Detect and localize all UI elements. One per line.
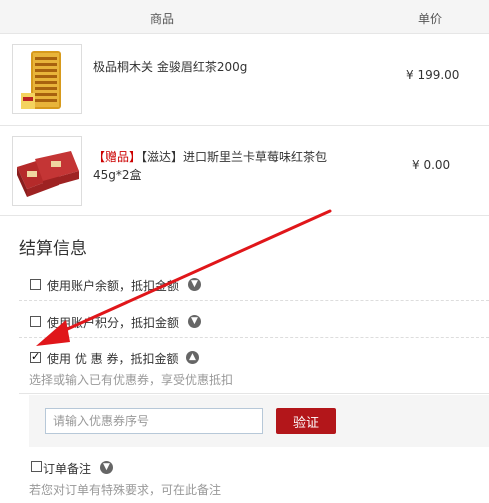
product-name[interactable]: 极品桐木关 金骏眉红茶200g: [93, 58, 247, 76]
chevron-down-icon[interactable]: ▼: [188, 315, 201, 328]
gift-tag: 【赠品】: [93, 150, 142, 164]
cart-table-header: 商品 单价: [0, 0, 489, 34]
coupon-entry-panel: 验证: [29, 395, 489, 447]
use-balance-label[interactable]: 使用账户余额，抵扣金额: [47, 277, 179, 294]
order-remark-option[interactable]: 订单备注 ▼ 若您对订单有特殊要求，可在此备注: [29, 456, 489, 503]
chevron-down-icon[interactable]: ▼: [100, 461, 113, 474]
use-points-label[interactable]: 使用账户积分，抵扣金额: [47, 314, 179, 331]
product-name[interactable]: 【赠品】【滋达】进口斯里兰卡草莓味红茶包 45g*2盒: [93, 148, 353, 184]
use-coupon-option[interactable]: 使用 优 惠 券，抵扣金额 ▲ 选择或输入已有优惠券，享受优惠抵扣: [19, 338, 489, 394]
verify-coupon-button[interactable]: 验证: [276, 408, 336, 434]
product-price: ¥ 0.00: [412, 158, 451, 172]
coupon-hint: 选择或输入已有优惠券，享受优惠抵扣: [29, 373, 234, 387]
use-points-checkbox[interactable]: [30, 316, 41, 327]
use-balance-checkbox[interactable]: [30, 279, 41, 290]
product-row: 极品桐木关 金骏眉红茶200g ¥ 199.00: [0, 34, 489, 126]
use-balance-option[interactable]: 使用账户余额，抵扣金额 ▼: [19, 266, 489, 301]
use-coupon-checkbox[interactable]: [30, 350, 41, 363]
use-points-option[interactable]: 使用账户积分，抵扣金额 ▼: [19, 301, 489, 338]
product-price: ¥ 199.00: [406, 68, 460, 82]
order-remark-label[interactable]: 订单备注: [43, 460, 91, 477]
order-remark-hint: 若您对订单有特殊要求，可在此备注: [29, 483, 222, 497]
use-coupon-label[interactable]: 使用 优 惠 券，抵扣金额: [47, 350, 178, 367]
order-remark-checkbox[interactable]: [31, 461, 42, 472]
product-row: 【赠品】【滋达】进口斯里兰卡草莓味红茶包 45g*2盒 ¥ 0.00: [0, 126, 489, 216]
coupon-code-input[interactable]: [45, 408, 263, 434]
product-image[interactable]: [12, 44, 82, 114]
product-image[interactable]: [12, 136, 82, 206]
column-header-product: 商品: [150, 12, 175, 26]
checkout-info-title: 结算信息: [19, 239, 87, 259]
chevron-down-icon[interactable]: ▼: [188, 278, 201, 291]
chevron-up-icon[interactable]: ▲: [186, 351, 199, 364]
column-header-price: 单价: [418, 12, 443, 26]
